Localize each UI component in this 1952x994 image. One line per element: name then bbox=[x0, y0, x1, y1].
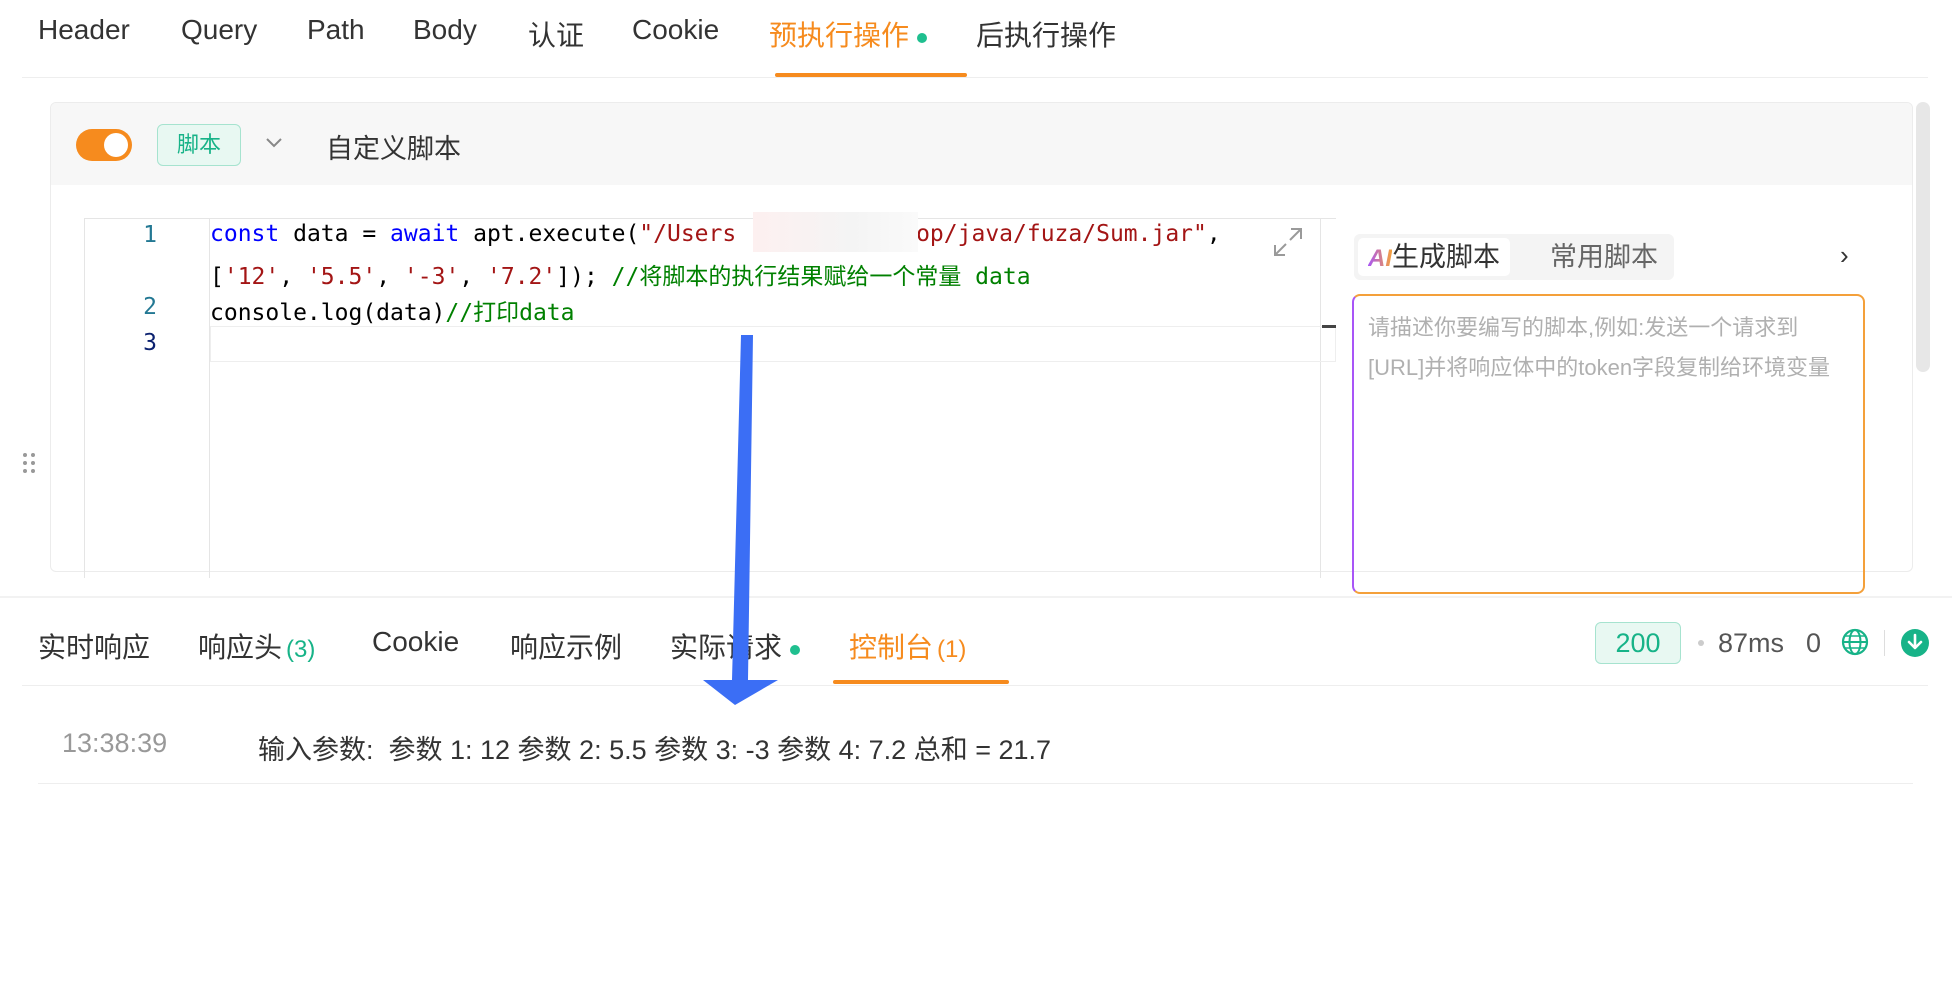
tab-live-response[interactable]: 实时响应 bbox=[38, 626, 150, 666]
active-tab-indicator bbox=[833, 680, 1009, 684]
tab-response-example[interactable]: 响应示例 bbox=[510, 626, 622, 666]
line-number: 1 bbox=[143, 222, 157, 248]
tab-path[interactable]: Path bbox=[307, 14, 365, 46]
minimap-marker bbox=[1322, 325, 1336, 328]
download-icon[interactable] bbox=[1900, 628, 1930, 658]
code-token: , bbox=[1206, 221, 1221, 247]
toggle-knob bbox=[104, 133, 128, 157]
tab-header[interactable]: Header bbox=[38, 14, 130, 46]
ai-logo-icon: AI bbox=[1368, 245, 1392, 272]
tab-cookie[interactable]: Cookie bbox=[632, 14, 719, 46]
response-time: 87ms bbox=[1718, 628, 1785, 658]
code-token: '5.5' bbox=[306, 264, 377, 290]
request-tabs: Header Query Path Body 认证 Cookie 预执行操作 后… bbox=[22, 0, 1928, 78]
collapse-panel-icon[interactable]: › bbox=[1840, 240, 1849, 271]
tab-response-headers[interactable]: 响应头 (3) bbox=[198, 626, 315, 666]
code-token: top/java/fuza/Sum.jar" bbox=[902, 221, 1207, 247]
active-tab-indicator bbox=[775, 73, 967, 77]
drag-handle-icon[interactable] bbox=[22, 452, 36, 474]
panel-scrollbar[interactable] bbox=[1916, 102, 1930, 372]
redaction-blur bbox=[753, 212, 918, 252]
editor-divider bbox=[1320, 218, 1321, 578]
log-message: 输入参数: 参数 1: 12 参数 2: 5.5 参数 3: -3 参数 4: … bbox=[258, 735, 1052, 765]
tab-response-cookie[interactable]: Cookie bbox=[372, 626, 459, 658]
code-token: await bbox=[390, 221, 460, 247]
enable-toggle[interactable] bbox=[76, 129, 132, 161]
code-token: , bbox=[459, 264, 487, 290]
tab-generate-label: 生成脚本 bbox=[1392, 242, 1500, 272]
script-type-badge: 脚本 bbox=[157, 124, 241, 166]
code-token: [ bbox=[210, 264, 224, 290]
tab-label: 实际请求 bbox=[670, 632, 783, 663]
tab-label: 响应头 bbox=[198, 632, 283, 663]
code-token: apt.execute( bbox=[459, 221, 640, 247]
code-comment: //打印data bbox=[445, 300, 575, 326]
code-token: ]); bbox=[556, 264, 612, 290]
response-size: 0 bbox=[1806, 628, 1822, 658]
expand-icon[interactable] bbox=[1272, 226, 1304, 258]
globe-icon[interactable] bbox=[1840, 627, 1870, 657]
tab-console[interactable]: 控制台 (1) bbox=[849, 626, 966, 666]
code-token: "/Users bbox=[639, 221, 737, 247]
code-token: '7.2' bbox=[487, 264, 557, 290]
tab-body[interactable]: Body bbox=[413, 14, 477, 46]
ai-tabs: AI生成脚本 常用脚本 bbox=[1354, 234, 1674, 280]
code-line-1-wrap: ['12', '5.5', '-3', '7.2']); //将脚本的执行结果赋… bbox=[210, 257, 1031, 291]
code-token: '-3' bbox=[403, 264, 460, 290]
script-panel-header: 脚本 自定义脚本 bbox=[51, 103, 1912, 185]
log-timestamp: 13:38:39 bbox=[62, 728, 168, 758]
code-token: console.log(data) bbox=[210, 300, 446, 326]
count-badge: (3) bbox=[286, 636, 316, 663]
ai-prompt-input[interactable]: 请描述你要编写的脚本,例如:发送一个请求到[URL]并将响应体中的token字段… bbox=[1352, 294, 1865, 594]
tab-query[interactable]: Query bbox=[181, 14, 257, 46]
chevron-down-icon[interactable] bbox=[265, 137, 283, 149]
tab-actual-request[interactable]: 实际请求 bbox=[670, 626, 801, 666]
code-token: , bbox=[376, 264, 404, 290]
status-dot bbox=[917, 32, 928, 43]
tab-pre-processors-label: 预执行操作 bbox=[769, 20, 910, 51]
ai-script-panel: AI生成脚本 常用脚本 › 请描述你要编写的脚本,例如:发送一个请求到[URL]… bbox=[1340, 218, 1878, 594]
code-token: '12' bbox=[223, 264, 280, 290]
line-number: 2 bbox=[143, 294, 157, 320]
line-number: 3 bbox=[143, 330, 157, 356]
code-line-1: const data = await apt.execute("/Users to… bbox=[210, 221, 1221, 247]
divider bbox=[1884, 630, 1885, 656]
separator-dot bbox=[1698, 640, 1704, 646]
code-line-2: console.log(data)//打印data bbox=[210, 293, 575, 327]
script-title: 自定义脚本 bbox=[326, 134, 461, 164]
status-code-badge: 200 bbox=[1595, 622, 1681, 664]
console-row: 13:38:39 输入参数: 参数 1: 12 参数 2: 5.5 参数 3: … bbox=[38, 728, 1913, 784]
code-token: const bbox=[210, 221, 280, 247]
tab-auth[interactable]: 认证 bbox=[528, 14, 584, 54]
tab-generate-script[interactable]: AI生成脚本 bbox=[1358, 238, 1510, 276]
tab-pre-processors[interactable]: 预执行操作 bbox=[769, 14, 928, 54]
code-comment: //将脚本的执行结果赋给一个常量 data bbox=[611, 264, 1031, 290]
status-dot bbox=[790, 644, 801, 655]
code-token: , bbox=[279, 264, 307, 290]
tab-post-processors[interactable]: 后执行操作 bbox=[976, 14, 1116, 54]
tab-label: 控制台 bbox=[849, 632, 934, 663]
count-badge: (1) bbox=[937, 636, 967, 663]
current-line-highlight bbox=[210, 326, 1336, 362]
code-token: data = bbox=[279, 221, 391, 247]
tab-common-scripts[interactable]: 常用脚本 bbox=[1540, 238, 1668, 276]
